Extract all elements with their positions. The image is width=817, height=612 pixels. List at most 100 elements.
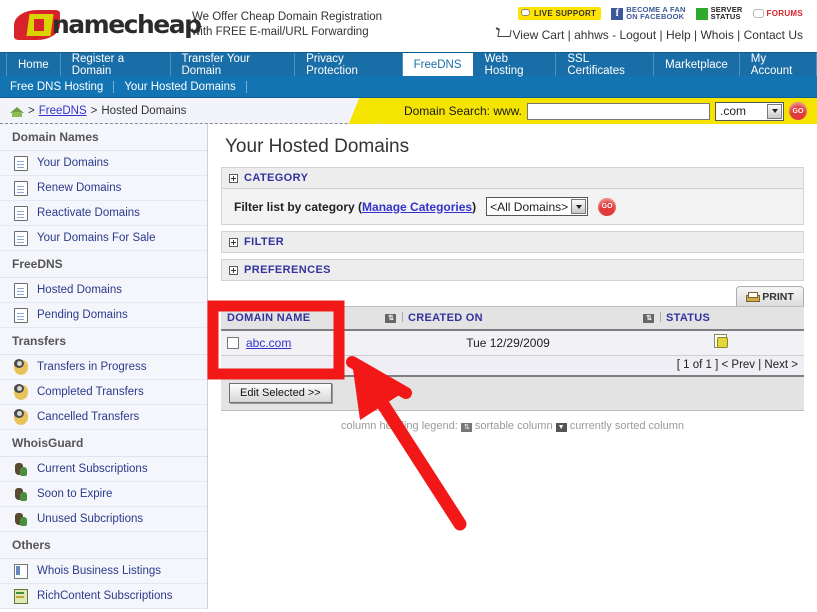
column-header-domain-name[interactable]: DOMAIN NAME xyxy=(221,306,379,331)
sidebar-item-label: Reactivate Domains xyxy=(37,207,140,219)
panel-header-preferences[interactable]: PREFERENCES xyxy=(221,259,804,281)
column-header-created-on[interactable]: ⇅ CREATED ON xyxy=(379,306,637,331)
legend-sorted-text: currently sorted column xyxy=(569,419,685,432)
print-button[interactable]: PRINT xyxy=(736,286,804,306)
category-select[interactable]: <All Domains> xyxy=(486,197,589,216)
filter-label-text: Filter list by category ( xyxy=(234,199,363,214)
sidebar-item-completed-transfers[interactable]: Completed Transfers xyxy=(0,380,207,405)
window-icon xyxy=(14,563,28,579)
sidebar-item-transfers-in-progress[interactable]: Transfers in Progress xyxy=(0,355,207,380)
server-status-badge[interactable]: SERVER STATUS xyxy=(695,6,743,20)
panel-title: CATEGORY xyxy=(244,172,309,184)
document-icon xyxy=(14,230,28,246)
sidebar-item-renew-domains[interactable]: Renew Domains xyxy=(0,176,207,201)
sidebar-item-your-domains[interactable]: Your Domains xyxy=(0,151,207,176)
sidebar-item-reactivate-domains[interactable]: Reactivate Domains xyxy=(0,201,207,226)
domain-link[interactable]: abc.com xyxy=(246,336,291,350)
chat-bubble-icon xyxy=(520,8,530,16)
sidebar-item-label: Current Subscriptions xyxy=(37,463,148,475)
document-icon xyxy=(14,180,28,196)
nav-tab-register-a-domain[interactable]: Register a Domain xyxy=(60,53,171,77)
subnav-item-free-dns-hosting[interactable]: Free DNS Hosting xyxy=(8,80,115,93)
sidebar-item-hosted-domains[interactable]: Hosted Domains xyxy=(0,278,207,303)
category-select-value: <All Domains> xyxy=(490,199,569,214)
sidebar-item-your-domains-for-sale[interactable]: Your Domains For Sale xyxy=(0,226,207,251)
sidebar-item-current-subscriptions[interactable]: Current Subscriptions xyxy=(0,457,207,482)
document-icon xyxy=(14,282,28,298)
table-pager-row: [ 1 of 1 ] < Prev | Next > xyxy=(221,355,804,377)
edit-selected-button[interactable]: Edit Selected >> xyxy=(229,383,332,403)
document-icon xyxy=(14,155,28,171)
page-edit-icon[interactable] xyxy=(714,334,728,349)
live-support-label: LIVE SUPPORT xyxy=(533,9,597,18)
subnav-item-your-hosted-domains[interactable]: Your Hosted Domains xyxy=(114,80,247,93)
namecheap-logo[interactable]: namecheap xyxy=(14,6,202,42)
live-support-badge[interactable]: LIVE SUPPORT xyxy=(517,7,602,20)
logo-wordmark: namecheap xyxy=(52,10,202,39)
facebook-icon: f xyxy=(611,7,624,20)
nav-tab-marketplace[interactable]: Marketplace xyxy=(654,53,740,76)
contact-us-link[interactable]: Contact Us xyxy=(744,28,803,42)
sidebar-item-label: Soon to Expire xyxy=(37,488,113,500)
handshake-icon xyxy=(14,408,28,425)
sidebar-item-cancelled-transfers[interactable]: Cancelled Transfers xyxy=(0,405,207,430)
sidebar-item-soon-to-expire[interactable]: Soon to Expire xyxy=(0,482,207,507)
breadcrumb-link-freedns[interactable]: FreeDNS xyxy=(39,105,87,117)
breadcrumb-sep-2: > xyxy=(90,104,98,117)
hosted-domains-table: DOMAIN NAME ⇅ CREATED ON ⇅ STATUS abc.com … xyxy=(221,306,804,377)
domain-search-input[interactable] xyxy=(527,102,710,120)
facebook-label-2: ON FACEBOOK xyxy=(626,11,685,21)
sidebar-section-whoisguard: WhoisGuard xyxy=(0,430,207,457)
nav-tab-transfer-your-domain[interactable]: Transfer Your Domain xyxy=(170,53,296,77)
cell-status xyxy=(637,329,804,356)
nav-tab-my-account[interactable]: My Account xyxy=(739,53,817,77)
sidebar-item-label: Transfers in Progress xyxy=(37,361,147,373)
sidebar-section-others: Others xyxy=(0,532,207,559)
nav-tab-freedns[interactable]: FreeDNS xyxy=(402,53,474,76)
sidebar-item-richcontent-subscriptions[interactable]: RichContent Subscriptions xyxy=(0,584,207,609)
domain-search-label: Domain Search: www. xyxy=(403,104,522,118)
chevron-down-icon xyxy=(571,199,587,214)
row-checkbox[interactable] xyxy=(227,336,239,349)
sidebar-item-label: Pending Domains xyxy=(37,309,128,321)
sidebar-item-label: RichContent Subscriptions xyxy=(37,590,173,602)
panel-header-category[interactable]: CATEGORY xyxy=(221,167,804,189)
breadcrumb-bar: > FreeDNS > Hosted Domains Domain Search… xyxy=(0,98,817,124)
sidebar-item-label: Your Domains For Sale xyxy=(37,232,156,244)
help-link[interactable]: Help xyxy=(666,28,691,42)
category-go-button[interactable]: GO xyxy=(598,197,617,216)
sidebar-item-label: Whois Business Listings xyxy=(37,565,161,577)
sidebar: Domain Names Your Domains Renew Domains … xyxy=(0,124,208,609)
domain-search-go-button[interactable]: GO xyxy=(789,102,807,120)
nav-tab-home[interactable]: Home xyxy=(6,53,61,76)
nav-tab-web-hosting[interactable]: Web Hosting xyxy=(473,53,557,77)
link-separator: | xyxy=(567,28,571,42)
forums-badge[interactable]: FORUMS xyxy=(752,7,803,20)
sidebar-item-whois-business-listings[interactable]: Whois Business Listings xyxy=(0,559,207,584)
column-header-status[interactable]: ⇅ STATUS xyxy=(637,306,804,331)
nav-tab-ssl-certificates[interactable]: SSL Certificates xyxy=(556,53,655,77)
tagline-line-1: We Offer Cheap Domain Registration xyxy=(192,11,383,23)
sidebar-section-transfers: Transfers xyxy=(0,328,207,355)
pager-text[interactable]: [ 1 of 1 ] < Prev | Next > xyxy=(221,355,804,377)
handshake-icon xyxy=(14,383,28,400)
whois-link[interactable]: Whois xyxy=(700,28,733,42)
table-head: DOMAIN NAME ⇅ CREATED ON ⇅ STATUS xyxy=(221,306,804,331)
header-top-links: View Cart | ahhws - Logout | Help | Whoi… xyxy=(496,28,804,42)
nav-tab-privacy-protection[interactable]: Privacy Protection xyxy=(295,53,403,77)
facebook-badge[interactable]: f BECOME A FAN ON FACEBOOK xyxy=(611,6,685,21)
user-logout-link[interactable]: ahhws - Logout xyxy=(574,28,656,42)
panel-header-filter[interactable]: FILTER xyxy=(221,231,804,253)
sorted-icon: ▼ xyxy=(555,422,567,432)
sortable-icon: ⇅ xyxy=(643,313,654,323)
home-icon[interactable] xyxy=(10,104,24,117)
tld-select[interactable]: .com xyxy=(715,101,784,121)
guard-icon xyxy=(14,462,28,477)
view-cart-link[interactable]: View Cart xyxy=(513,28,565,42)
document-icon xyxy=(14,205,28,221)
sidebar-item-unused-subcriptions[interactable]: Unused Subcriptions xyxy=(0,507,207,532)
cart-icon xyxy=(496,30,510,40)
manage-categories-link[interactable]: Manage Categories xyxy=(362,200,472,214)
sidebar-item-pending-domains[interactable]: Pending Domains xyxy=(0,303,207,328)
edit-selected-row: Edit Selected >> xyxy=(221,376,804,411)
